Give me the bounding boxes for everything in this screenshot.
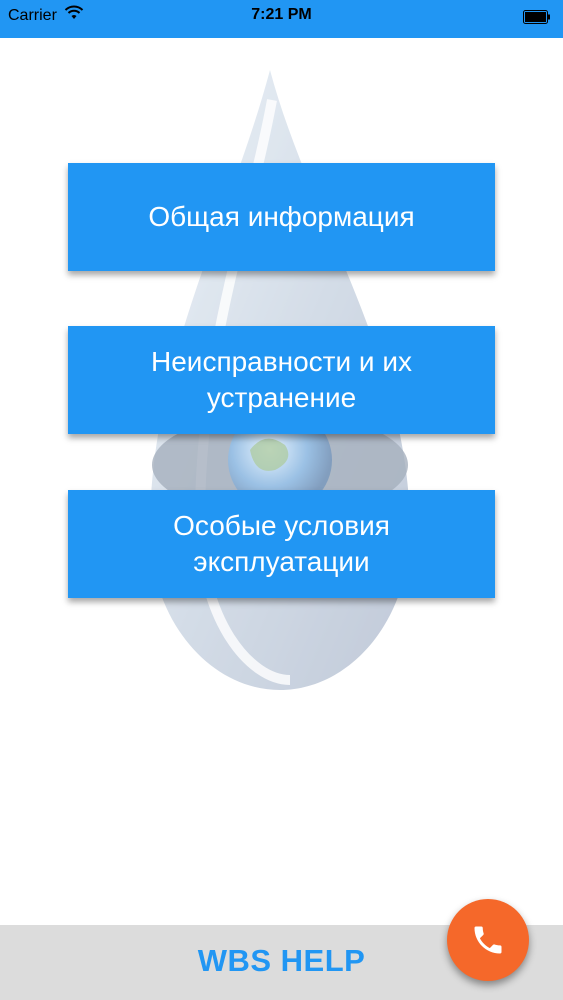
menu-item-label: Общая информация: [148, 201, 415, 232]
menu-item-label: Неисправности и их устранение: [151, 346, 412, 413]
phone-icon: [474, 926, 502, 954]
status-time: 7:21 PM: [251, 6, 312, 23]
menu-item-general-info[interactable]: Общая информация: [68, 163, 495, 271]
status-bar: Carrier 7:21 PM: [0, 0, 563, 38]
menu-item-label: Особые условия эксплуатации: [173, 510, 390, 577]
battery-icon: [523, 10, 550, 24]
menu-item-troubleshooting[interactable]: Неисправности и их устранение: [68, 326, 495, 434]
menu-item-special-conditions[interactable]: Особые условия эксплуатации: [68, 490, 495, 598]
call-button[interactable]: [447, 899, 529, 981]
